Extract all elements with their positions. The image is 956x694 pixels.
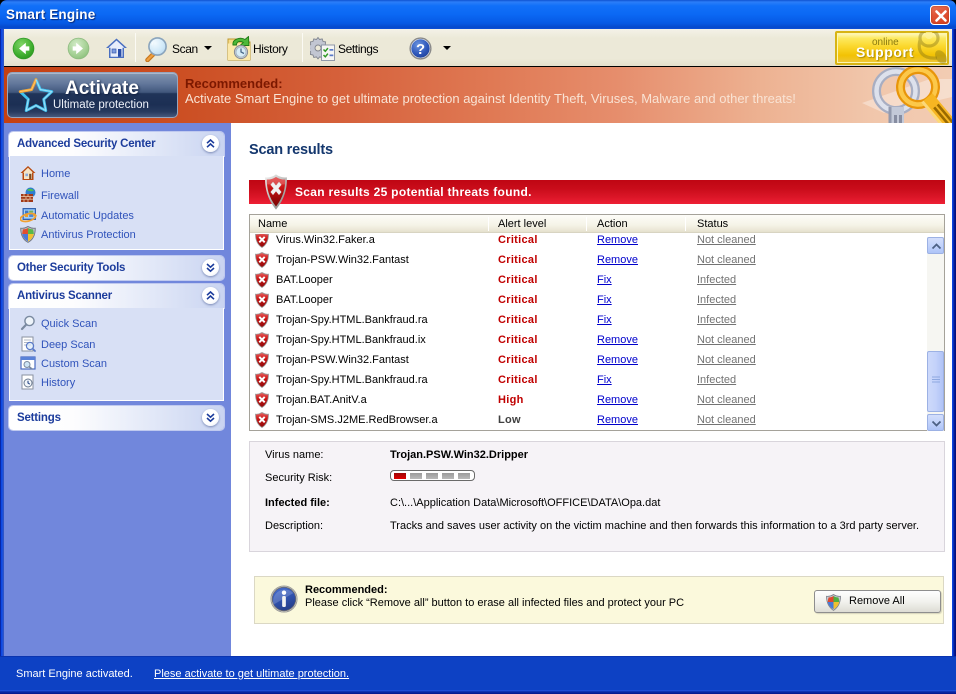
svg-text:?: ? <box>416 42 425 58</box>
